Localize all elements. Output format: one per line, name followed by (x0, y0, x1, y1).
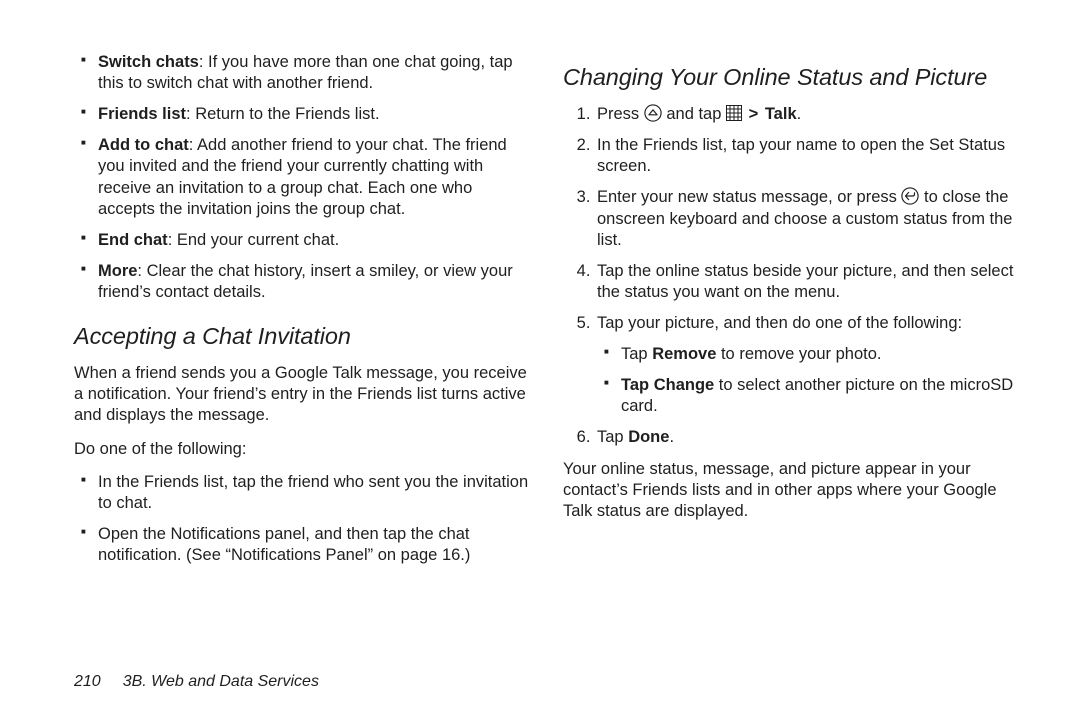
list-item: Press and tap > Talk. (595, 104, 1022, 125)
list-item: Add to chat: Add another friend to your … (74, 135, 533, 219)
list-item: Tap Change to select another picture on … (597, 375, 1022, 417)
list-item: Switch chats: If you have more than one … (74, 52, 533, 94)
heading-accepting: Accepting a Chat Invitation (74, 321, 533, 351)
page-footer: 210 3B. Web and Data Services (74, 672, 1022, 692)
list-item: In the Friends list, tap the friend who … (74, 472, 533, 514)
chat-options-list: Switch chats: If you have more than one … (74, 52, 533, 303)
heading-changing-status: Changing Your Online Status and Picture (563, 62, 1022, 92)
body-text: Open the Notifications panel, and then t… (98, 525, 470, 564)
term-friends-list: Friends list (98, 105, 186, 123)
list-item: Tap your picture, and then do one of the… (595, 313, 1022, 417)
manual-page: Switch chats: If you have more than one … (0, 0, 1080, 720)
step-text: Enter your new status message, or press (597, 188, 901, 206)
two-column-layout: Switch chats: If you have more than one … (74, 52, 1022, 658)
list-item: More: Clear the chat history, insert a s… (74, 261, 533, 303)
talk-label: Talk (765, 105, 797, 123)
step-text: . (669, 428, 674, 446)
step-text: Press (597, 105, 644, 123)
list-item: In the Friends list, tap your name to op… (595, 135, 1022, 177)
status-steps-list: Press and tap > Talk. In the Friends lis… (563, 104, 1022, 448)
body-text: Tap (621, 345, 652, 363)
section-label: 3B. Web and Data Services (123, 672, 319, 692)
list-item: Open the Notifications panel, and then t… (74, 524, 533, 566)
term-switch-chats: Switch chats (98, 53, 199, 71)
step5-sublist: Tap Remove to remove your photo. Tap Cha… (597, 344, 1022, 417)
home-icon (644, 104, 662, 122)
step-text: Tap your picture, and then do one of the… (597, 314, 962, 332)
right-column: Changing Your Online Status and Picture … (563, 52, 1022, 658)
step-text: In the Friends list, tap your name to op… (597, 136, 1005, 175)
step-text: . (797, 105, 802, 123)
list-item: Friends list: Return to the Friends list… (74, 104, 533, 125)
do-one-label: Do one of the following: (74, 439, 533, 460)
accept-paragraph: When a friend sends you a Google Talk me… (74, 363, 533, 426)
body-text: to remove your photo. (716, 345, 881, 363)
step-text: Tap (597, 428, 628, 446)
page-number: 210 (74, 672, 101, 692)
done-label: Done (628, 428, 669, 446)
do-one-list: In the Friends list, tap the friend who … (74, 472, 533, 566)
body-text: : Clear the chat history, insert a smile… (98, 262, 513, 301)
body-text: In the Friends list, tap the friend who … (98, 473, 528, 512)
change-label: Tap Change (621, 376, 714, 394)
body-text: : End your current chat. (168, 231, 340, 249)
term-end-chat: End chat (98, 231, 168, 249)
body-text: : Return to the Friends list. (186, 105, 380, 123)
list-item: End chat: End your current chat. (74, 230, 533, 251)
back-icon (901, 187, 919, 205)
remove-label: Remove (652, 345, 716, 363)
list-item: Tap Remove to remove your photo. (597, 344, 1022, 365)
app-grid-icon (726, 105, 742, 121)
left-column: Switch chats: If you have more than one … (74, 52, 533, 658)
list-item: Enter your new status message, or press … (595, 187, 1022, 250)
list-item: Tap Done. (595, 427, 1022, 448)
separator: > (749, 105, 759, 123)
closing-paragraph: Your online status, message, and picture… (563, 459, 1022, 522)
list-item: Tap the online status beside your pictur… (595, 261, 1022, 303)
term-add-to-chat: Add to chat (98, 136, 189, 154)
step-text: Tap the online status beside your pictur… (597, 262, 1013, 301)
term-more: More (98, 262, 137, 280)
step-text: and tap (662, 105, 726, 123)
